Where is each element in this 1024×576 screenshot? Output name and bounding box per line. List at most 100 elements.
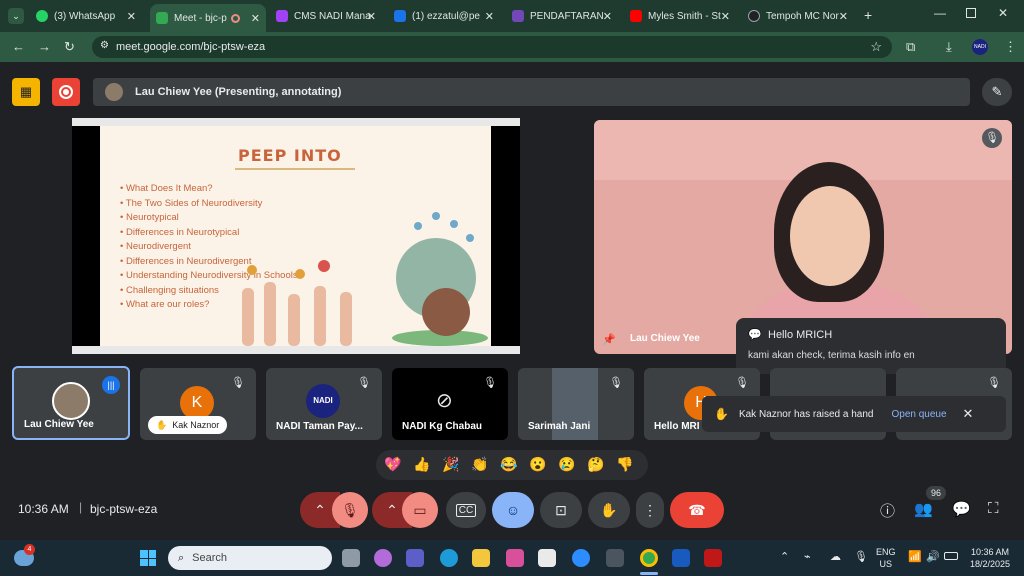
close-tab-icon[interactable]: ✕ — [839, 10, 848, 23]
participant-tile[interactable]: NADI 🎙 NADI Taman Pay... — [266, 368, 382, 440]
reaction-thumbs-down[interactable]: 👎 — [616, 456, 633, 473]
participant-tile[interactable]: K 🎙 ✋ Kak Naznor — [140, 368, 256, 440]
mic-icon[interactable]: 🎙 — [854, 550, 868, 563]
bookmark-star-icon[interactable]: ☆ — [870, 39, 882, 55]
people-icon[interactable]: 👥 — [914, 500, 933, 518]
taskbar-search[interactable]: ⌕ Search — [168, 546, 332, 570]
annotate-button[interactable]: ✎ — [982, 78, 1012, 106]
site-info-icon[interactable]: ⚙ — [100, 40, 109, 51]
reaction-party[interactable]: 🎉 — [442, 456, 459, 473]
close-tab-icon[interactable]: ✕ — [251, 12, 260, 25]
slide-window-statusbar — [72, 346, 520, 354]
chat-sender: Hello MRICH — [768, 329, 833, 341]
back-icon[interactable]: ← — [12, 40, 25, 54]
clock-date: 18/2/2025 — [969, 559, 1011, 569]
search-placeholder: Search — [192, 552, 228, 564]
profile-avatar[interactable]: NADI — [972, 39, 988, 55]
wifi-icon[interactable]: 📶 — [908, 550, 922, 563]
tab-youtube[interactable]: Myles Smith - St ✕ — [624, 4, 736, 28]
more-options-button[interactable]: ⋮ — [636, 492, 664, 528]
camera-toggle-button[interactable]: ▭ — [402, 492, 438, 528]
reaction-thumbs-up[interactable]: 👍 — [413, 456, 430, 473]
close-icon[interactable]: ✕ — [963, 406, 974, 422]
minimize-button[interactable]: — — [934, 6, 946, 20]
emoji-button[interactable]: ☺ — [492, 492, 534, 528]
raise-hand-button[interactable]: ✋ — [588, 492, 630, 528]
open-queue-link[interactable]: Open queue — [891, 409, 946, 420]
reload-icon[interactable]: ↻ — [64, 40, 75, 54]
edge-icon[interactable] — [440, 549, 458, 567]
region-code: US — [879, 559, 893, 569]
reaction-surprised[interactable]: 😮 — [529, 456, 546, 473]
mic-off-icon: 🎙 — [483, 377, 497, 389]
emoji-icon: ☺ — [505, 502, 521, 518]
battery-icon[interactable] — [944, 552, 958, 560]
copilot-icon[interactable] — [374, 549, 392, 567]
address-bar[interactable]: ⚙ meet.google.com/bjc-ptsw-eza ☆ — [92, 36, 892, 58]
chrome-icon[interactable] — [640, 549, 658, 567]
forms-icon — [512, 10, 524, 22]
close-tab-icon[interactable]: ✕ — [485, 10, 494, 23]
chat-icon[interactable]: 💬 — [952, 500, 971, 518]
info-icon[interactable]: ⓘ — [880, 500, 895, 521]
download-icon[interactable]: ⤓ — [946, 40, 952, 54]
m365-icon[interactable] — [506, 549, 524, 567]
file-explorer-icon[interactable] — [472, 549, 490, 567]
start-button[interactable] — [140, 550, 156, 566]
reaction-clap[interactable]: 👏 — [471, 456, 488, 473]
recording-button[interactable] — [52, 78, 80, 106]
zoom-icon[interactable] — [572, 549, 590, 567]
forward-icon[interactable]: → — [38, 40, 51, 54]
close-tab-icon[interactable]: ✕ — [603, 10, 612, 23]
youtube-icon — [630, 10, 642, 22]
onedrive-icon[interactable]: ☁ — [830, 550, 841, 563]
tab-search-button[interactable]: ⌄ — [8, 8, 24, 24]
word-icon[interactable] — [672, 549, 690, 567]
close-tab-icon[interactable]: ✕ — [721, 10, 730, 23]
tab-cms-nadi[interactable]: CMS NADI Mana ✕ — [270, 4, 382, 28]
meeting-time: 10:36 AM — [18, 502, 69, 516]
participant-tile[interactable]: ||| Lau Chiew Yee — [12, 366, 130, 440]
participant-tile[interactable]: ⊘ 🎙 NADI Kg Chabau — [392, 368, 508, 440]
participant-name: Lau Chiew Yee — [24, 419, 94, 430]
menu-icon[interactable]: ⋮ — [1004, 40, 1017, 54]
volume-icon[interactable]: 🔊 — [926, 550, 940, 563]
present-button[interactable]: ⊡ — [540, 492, 582, 528]
close-window-button[interactable]: ✕ — [998, 6, 1008, 20]
tab-meet[interactable]: Meet - bjc-p ✕ — [150, 4, 266, 32]
reaction-heart[interactable]: 💖 — [384, 456, 401, 473]
pin-icon[interactable]: 📌 — [602, 333, 616, 346]
leave-call-button[interactable]: ☎ — [670, 492, 724, 528]
tab-email[interactable]: (1) ezzatul@pe ✕ — [388, 4, 500, 28]
participant-name: NADI Kg Chabau — [402, 421, 482, 432]
close-tab-icon[interactable]: ✕ — [127, 10, 136, 23]
widgets-icon[interactable] — [606, 549, 624, 567]
reaction-sad[interactable]: 😢 — [558, 456, 575, 473]
store-icon[interactable] — [538, 549, 556, 567]
reaction-thinking[interactable]: 🤔 — [587, 456, 604, 473]
network-icon[interactable]: ⌁ — [804, 550, 811, 563]
extensions-icon[interactable]: ⧉ — [906, 40, 915, 54]
speaking-indicator-icon: ||| — [102, 376, 120, 394]
chevron-up-icon[interactable]: ⌃ — [780, 550, 789, 563]
presentation-toggle-button[interactable]: ▦ — [12, 78, 40, 106]
reaction-laugh[interactable]: 😂 — [500, 456, 517, 473]
close-tab-icon[interactable]: ✕ — [367, 10, 376, 23]
restore-button[interactable] — [966, 8, 976, 18]
tab-whatsapp[interactable]: (3) WhatsApp ✕ — [30, 4, 142, 28]
clock[interactable]: 10:36 AM 18/2/2025 — [962, 546, 1018, 570]
captions-button[interactable]: CC — [446, 492, 486, 528]
chat-notification[interactable]: 💬 Hello MRICH kami akan check, terima ka… — [736, 318, 1006, 374]
new-tab-button[interactable]: + — [864, 7, 872, 23]
tab-pendaftaran[interactable]: PENDAFTARAN ✕ — [506, 4, 618, 28]
tab-tempoh[interactable]: Tempoh MC Nor ✕ — [742, 4, 854, 28]
teams-icon[interactable] — [406, 549, 424, 567]
task-view-icon[interactable] — [342, 549, 360, 567]
participant-tile[interactable]: 🎙 Sarimah Jani — [518, 368, 634, 440]
mic-off-icon: 🎙 — [341, 501, 359, 518]
mcafee-icon[interactable] — [704, 549, 722, 567]
language-indicator[interactable]: ENG US — [876, 546, 896, 570]
activities-icon[interactable]: ⛶ — [988, 500, 999, 517]
participant-name: Sarimah Jani — [528, 421, 591, 432]
mic-toggle-button[interactable]: 🎙 — [332, 492, 368, 528]
